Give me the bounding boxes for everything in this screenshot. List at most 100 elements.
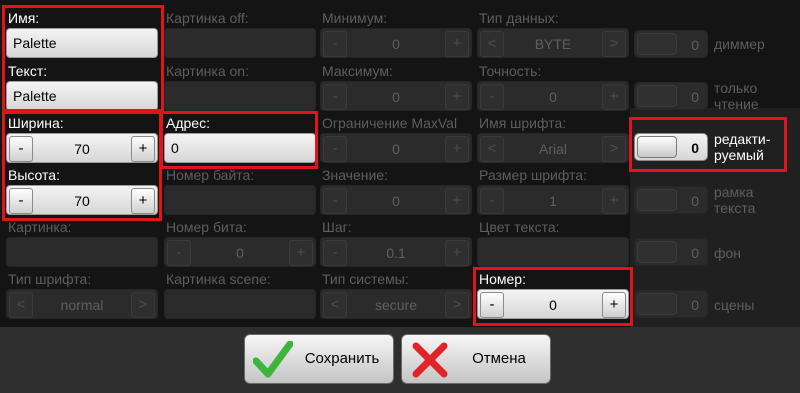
dimmer-toggle-knob [637,33,677,55]
dimmer-toggle[interactable]: 0 [634,30,708,58]
height-label: Высота: [8,167,60,183]
step-decrement-button[interactable]: - [323,240,347,266]
value-value[interactable]: 0 [351,186,441,216]
cancel-button[interactable]: Отмена [401,334,551,384]
font-type-label: Тип шрифта: [8,271,92,287]
image-on-field-group: Картинка on: [162,61,318,113]
minimum-increment-button[interactable]: + [445,31,469,57]
text-input[interactable]: Palette [6,81,158,111]
font-name-next-button[interactable]: > [602,136,626,162]
width-value[interactable]: 70 [37,134,127,164]
image-off-field-group: Картинка off: [162,8,318,60]
precision-increment-button[interactable]: + [602,84,626,110]
limit-maxval-decrement-button[interactable]: - [323,136,347,162]
number-decrement-button[interactable]: - [480,292,504,318]
background-caption: фон [714,245,742,261]
maximum-decrement-button[interactable]: - [323,84,347,110]
width-field-group: Ширина: - 70 + [4,113,160,165]
value-label: Значение: [322,167,388,183]
data-type-next-button[interactable]: > [602,31,626,57]
image-on-input[interactable] [164,81,316,111]
read-only-toggle[interactable]: 0 [634,82,708,110]
font-type-next-button[interactable]: > [131,292,155,318]
image-scene-field-group: Картинка scene: [162,269,318,321]
read-only-toggle-group: 0 только чтение [630,80,800,112]
number-value[interactable]: 0 [508,290,598,320]
address-label: Адрес: [166,115,210,131]
bit-number-increment-button[interactable]: + [289,240,313,266]
data-type-value[interactable]: BYTE [508,29,598,59]
font-type-value[interactable]: normal [37,290,127,320]
font-size-value[interactable]: 1 [508,186,598,216]
width-decrement-button[interactable]: - [9,136,33,162]
dimmer-toggle-group: 0 диммер [630,28,800,60]
number-increment-button[interactable]: + [602,292,626,318]
system-type-field-group: Тип системы: < secure > [318,269,474,321]
address-input[interactable]: 0 [164,133,316,163]
frame-toggle[interactable]: 0 [634,186,708,214]
text-color-input[interactable] [477,237,629,267]
height-decrement-button[interactable]: - [9,188,33,214]
byte-number-field-group: Номер байта: [162,165,318,217]
editable-toggle[interactable]: 0 [634,133,708,161]
image-input[interactable] [6,237,158,267]
limit-maxval-increment-button[interactable]: + [445,136,469,162]
precision-field-group: Точность: - 0 + [475,61,631,113]
minimum-label: Минимум: [322,10,388,26]
step-stepper: - 0.1 + [320,237,472,267]
limit-maxval-value[interactable]: 0 [351,134,441,164]
system-type-prev-button[interactable]: < [323,292,347,318]
value-increment-button[interactable]: + [445,188,469,214]
step-value[interactable]: 0.1 [351,238,441,268]
background-toggle-knob [637,241,677,263]
maximum-increment-button[interactable]: + [445,84,469,110]
scenes-toggle[interactable]: 0 [634,290,708,318]
frame-caption: рамка текста [714,184,756,216]
minimum-field-group: Минимум: - 0 + [318,8,474,60]
dimmer-caption: диммер [714,36,765,52]
maximum-value[interactable]: 0 [351,82,441,112]
height-field-group: Высота: - 70 + [4,165,160,217]
system-type-label: Тип системы: [322,271,409,287]
image-field-group: Картинка: [4,217,160,269]
name-field-group: Имя: Palette [4,8,160,60]
scenes-caption: сцены [714,297,755,313]
maximum-label: Максимум: [322,63,393,79]
save-button[interactable]: Сохранить [244,334,394,384]
system-type-selector: < secure > [320,289,472,319]
font-size-decrement-button[interactable]: - [480,188,504,214]
byte-number-input[interactable] [164,185,316,215]
editable-toggle-knob [637,136,677,158]
width-increment-button[interactable]: + [131,136,155,162]
step-increment-button[interactable]: + [445,240,469,266]
save-button-label: Сохранить [304,350,380,367]
width-stepper: - 70 + [6,133,158,163]
font-type-prev-button[interactable]: < [9,292,33,318]
precision-decrement-button[interactable]: - [480,84,504,110]
system-type-value[interactable]: secure [351,290,441,320]
editable-toggle-group: 0 редакти-руемый [630,131,800,163]
height-value[interactable]: 70 [37,186,127,216]
font-name-value[interactable]: Arial [508,134,598,164]
width-label: Ширина: [8,115,64,131]
check-icon [253,341,293,378]
font-size-increment-button[interactable]: + [602,188,626,214]
system-type-next-button[interactable]: > [445,292,469,318]
image-off-input[interactable] [164,28,316,58]
image-scene-input[interactable] [164,289,316,319]
read-only-toggle-knob [637,85,677,107]
scenes-toggle-group: 0 сцены [630,288,800,320]
minimum-value[interactable]: 0 [351,29,441,59]
name-input[interactable]: Palette [6,28,158,58]
bit-number-value[interactable]: 0 [195,238,285,268]
value-stepper: - 0 + [320,185,472,215]
precision-value[interactable]: 0 [508,82,598,112]
bit-number-decrement-button[interactable]: - [167,240,191,266]
value-decrement-button[interactable]: - [323,188,347,214]
precision-stepper: - 0 + [477,81,629,111]
minimum-decrement-button[interactable]: - [323,31,347,57]
font-name-prev-button[interactable]: < [480,136,504,162]
height-increment-button[interactable]: + [131,188,155,214]
data-type-prev-button[interactable]: < [480,31,504,57]
background-toggle[interactable]: 0 [634,238,708,266]
